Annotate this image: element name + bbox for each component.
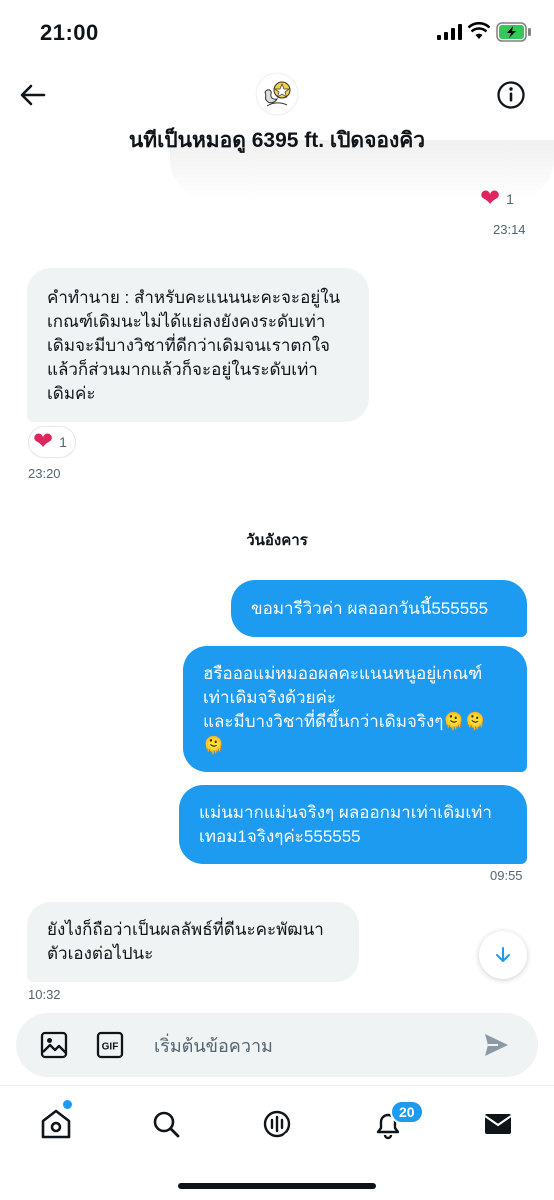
home-icon[interactable] xyxy=(36,1104,76,1144)
info-icon[interactable] xyxy=(496,80,526,110)
bottom-nav: 20 xyxy=(0,1085,554,1166)
signal-icon xyxy=(437,24,462,40)
message-bubble-outgoing[interactable]: แม่นมากแม่นจริงๆ ผลออกมาเท่าเดิมเท่า เทอ… xyxy=(179,785,527,864)
message-bubble-incoming[interactable]: ยังไงก็ถือว่าเป็นผลลัพธ์ที่ดีนะคะพัฒนา ต… xyxy=(27,902,359,982)
message-input[interactable] xyxy=(152,1029,456,1063)
status-time: 21:00 xyxy=(40,20,99,45)
reaction[interactable]: ❤ 1 xyxy=(28,426,76,458)
message-bubble-outgoing[interactable]: ขอมารีวิวค่า ผลออกวันนี้555555 xyxy=(231,580,527,637)
message-timestamp: 23:20 xyxy=(28,466,61,481)
battery-icon xyxy=(496,22,531,42)
chevron-down-icon xyxy=(496,947,510,962)
send-icon[interactable] xyxy=(482,1031,510,1059)
svg-text:GIF: GIF xyxy=(102,1042,119,1053)
home-indicator xyxy=(178,1183,376,1189)
image-icon[interactable] xyxy=(40,1031,68,1059)
message-timestamp: 09:55 xyxy=(490,868,523,883)
home-notification-dot xyxy=(63,1100,72,1109)
reaction-count: 1 xyxy=(506,191,514,207)
mail-icon[interactable] xyxy=(478,1104,518,1144)
gif-icon[interactable]: GIF xyxy=(96,1031,124,1059)
search-icon[interactable] xyxy=(146,1104,186,1144)
heart-icon: ❤ xyxy=(33,428,54,455)
spaces-icon[interactable] xyxy=(257,1104,297,1144)
scroll-to-bottom-button[interactable] xyxy=(479,931,527,979)
back-arrow-icon[interactable] xyxy=(18,80,48,110)
message-timestamp: 23:14 xyxy=(493,222,526,237)
notifications-badge: 20 xyxy=(390,1100,424,1124)
message-bubble-outgoing[interactable]: ฮรือออแม่หมออผลคะแนนหนูอยู่เกณฑ์ เท่าเดิ… xyxy=(183,646,527,772)
message-timestamp: 10:32 xyxy=(28,987,61,1002)
reaction[interactable]: ❤ 1 xyxy=(480,187,514,211)
day-divider: วันอังคาร xyxy=(246,532,308,549)
avatar[interactable] xyxy=(255,72,299,116)
heart-icon: ❤ xyxy=(480,185,501,212)
reaction-count: 1 xyxy=(59,434,67,450)
message-bubble-incoming[interactable]: คำทำนาย : สำหรับคะแนนนะคะจะอยู่ใน เกณฑ์เ… xyxy=(27,268,369,422)
status-bar: 21:00 xyxy=(0,0,554,66)
message-composer: GIF xyxy=(16,1013,538,1077)
wifi-icon xyxy=(468,22,490,39)
